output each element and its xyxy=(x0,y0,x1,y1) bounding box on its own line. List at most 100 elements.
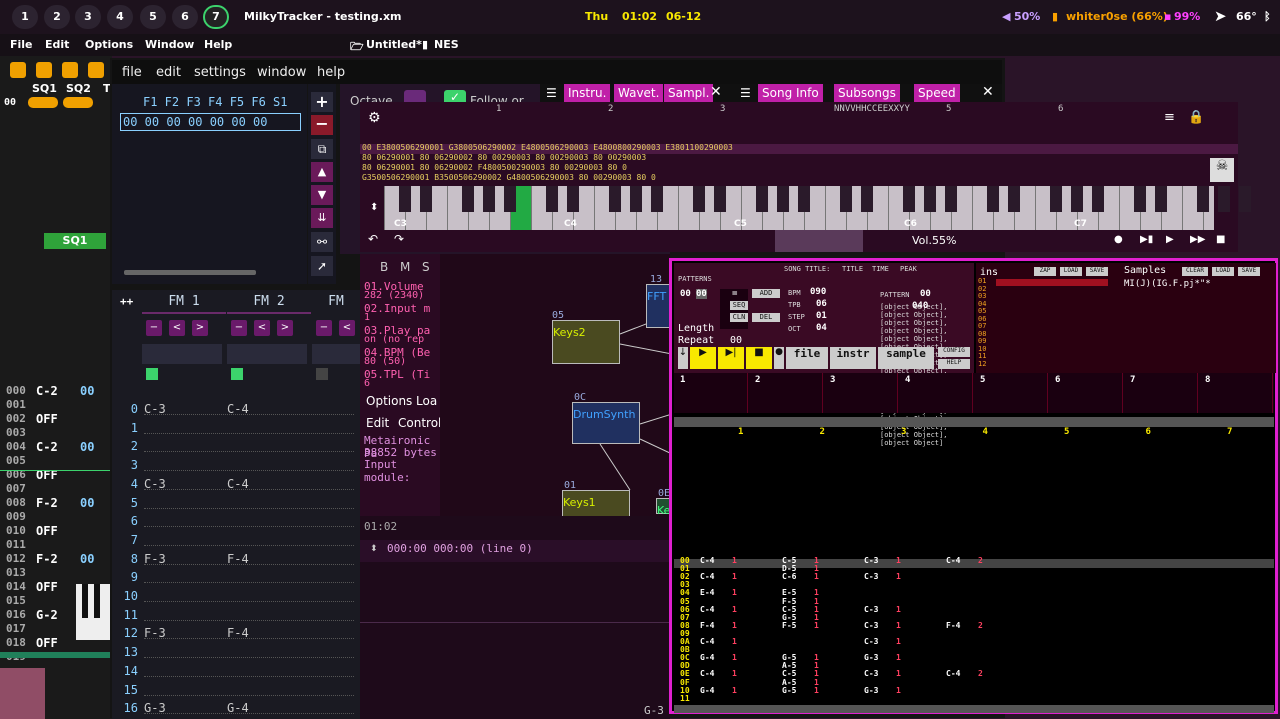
channel-header[interactable]: 8 xyxy=(1199,373,1273,413)
workspace-4[interactable]: 4 xyxy=(107,5,133,29)
menu-file[interactable]: File xyxy=(10,38,33,51)
black-key[interactable] xyxy=(1197,186,1209,212)
workspace-7[interactable]: 7 xyxy=(203,5,229,29)
menu-window-2[interactable]: window xyxy=(257,65,306,80)
black-key[interactable] xyxy=(945,186,957,212)
config-button[interactable]: CONFIG xyxy=(938,347,970,357)
fm-enable-toggle[interactable] xyxy=(146,368,158,380)
black-key[interactable] xyxy=(420,186,432,212)
black-key[interactable] xyxy=(1155,186,1167,212)
channel-header[interactable]: 1 xyxy=(674,373,748,413)
tracker-row[interactable]: 007 xyxy=(0,482,108,496)
pattern-settings-icon[interactable]: ⚙ xyxy=(368,110,381,126)
fm-control-button[interactable]: < xyxy=(339,320,355,336)
fm-row[interactable]: 11 xyxy=(112,608,360,626)
instr-button[interactable]: instr xyxy=(830,347,876,369)
fft-node[interactable]: FFT xyxy=(646,284,670,328)
black-key[interactable] xyxy=(840,186,852,212)
play-icon[interactable]: ▶ xyxy=(1166,234,1174,245)
pt-row[interactable]: 02 C-4 1 C-6 1 C-3 1 xyxy=(680,573,1280,581)
pt-row[interactable]: 0C G-4 1 G-5 1 G-3 1 xyxy=(680,654,1280,662)
channel-header[interactable]: 3 xyxy=(824,373,898,413)
black-key[interactable] xyxy=(651,186,663,212)
toolbar-icon-2[interactable] xyxy=(36,62,52,78)
fm-control-button[interactable]: − xyxy=(231,320,247,336)
pt-row[interactable]: 00 C-4 1 C-5 1 C-3 1 C-4 2 xyxy=(680,557,1280,565)
fm-row[interactable]: 15 xyxy=(112,683,360,701)
oct-value[interactable]: 04 xyxy=(816,323,827,333)
down-arrow-button[interactable]: ↓ xyxy=(678,347,688,369)
black-key[interactable] xyxy=(1092,186,1104,212)
song-title-value[interactable]: TITLE xyxy=(842,265,863,273)
tpb-value[interactable]: 06 xyxy=(816,299,827,309)
del-pattern-button[interactable]: DEL xyxy=(752,313,780,322)
black-key[interactable] xyxy=(798,186,810,212)
piano-keys[interactable] xyxy=(76,584,110,640)
tracker-row[interactable]: 004 C-2 00 xyxy=(0,440,108,454)
fm-row[interactable]: 2 xyxy=(112,439,360,457)
channel-header[interactable]: 4 xyxy=(899,373,973,413)
options-button[interactable]: Options xyxy=(366,394,412,408)
fm-control-button[interactable]: − xyxy=(316,320,332,336)
system-name[interactable]: NES xyxy=(434,38,459,51)
module-graph[interactable]: 05 Keys2 13 FFT 0C DrumSynth 01 Keys1 0E… xyxy=(440,254,670,518)
close-tab-icon[interactable]: ✕ xyxy=(710,84,722,100)
scroll-bar[interactable] xyxy=(0,652,112,658)
channel-header[interactable]: 5 xyxy=(974,373,1048,413)
samples-save-button[interactable]: SAVE xyxy=(1238,267,1260,276)
bpm-value[interactable]: 090 xyxy=(810,287,826,297)
zap-button[interactable]: ZAP xyxy=(1034,267,1056,276)
add-pattern-button[interactable]: ADD xyxy=(752,289,780,298)
lock-icon[interactable]: 🔒 xyxy=(1188,110,1204,125)
tab-song-info[interactable]: Song Info xyxy=(758,84,823,104)
m-button[interactable]: M xyxy=(400,260,410,274)
channel-sq1[interactable]: SQ1 xyxy=(32,82,57,95)
fm-control-button[interactable]: < xyxy=(169,320,185,336)
black-key[interactable] xyxy=(567,186,579,212)
pattern-number[interactable]: 00 xyxy=(920,289,931,299)
timeline-arrows-icon[interactable]: ⬍ xyxy=(370,544,378,554)
move-down-button[interactable]: ▼ xyxy=(311,185,333,205)
help-button[interactable]: HELP xyxy=(938,359,970,369)
channel-header[interactable]: 2 xyxy=(749,373,823,413)
scroll-arrows-icon[interactable]: ⬍ xyxy=(370,202,378,213)
fm2-header[interactable]: FM 2 xyxy=(227,290,311,314)
load-button[interactable]: Loa xyxy=(416,394,437,408)
menu-help[interactable]: Help xyxy=(204,38,232,51)
selected-instrument[interactable] xyxy=(996,279,1108,286)
list-icon[interactable]: ≡ xyxy=(1164,110,1175,125)
add-button[interactable]: + xyxy=(311,92,333,112)
keys1-node[interactable]: Keys1 xyxy=(562,490,630,518)
black-key[interactable] xyxy=(609,186,621,212)
tab-instru[interactable]: Instru. xyxy=(564,84,611,104)
menu-options[interactable]: Options xyxy=(85,38,133,51)
clear-button[interactable]: CLEAR xyxy=(1182,267,1208,276)
pt-row[interactable]: 04 E-4 1 E-5 1 xyxy=(680,589,1280,597)
ke-node[interactable]: Ke xyxy=(656,498,670,517)
toolbar-icon-1[interactable] xyxy=(10,62,26,78)
pt-row[interactable]: 09 xyxy=(680,629,1280,638)
toolbar-icon-3[interactable] xyxy=(62,62,78,78)
play-song-button[interactable]: ▶ xyxy=(690,347,716,369)
fm-row[interactable]: 5 xyxy=(112,496,360,514)
pt-row[interactable]: 10 G-4 1 G-5 1 G-3 1 xyxy=(680,686,1280,695)
black-key[interactable] xyxy=(1050,186,1062,212)
black-key[interactable] xyxy=(756,186,768,212)
fm-row[interactable]: 6 xyxy=(112,514,360,532)
tracker-row[interactable]: 005 xyxy=(0,454,108,468)
workspace-6[interactable]: 6 xyxy=(172,5,198,29)
black-key[interactable] xyxy=(462,186,474,212)
black-key[interactable] xyxy=(1134,186,1146,212)
fm-row[interactable]: 14 xyxy=(112,664,360,682)
fkey-values[interactable]: 00 00 00 00 00 00 00 xyxy=(120,113,301,131)
pt-row[interactable]: 03 xyxy=(680,581,1280,589)
black-key[interactable] xyxy=(903,186,915,212)
tracker-row[interactable]: 009 xyxy=(0,510,108,524)
pt-row[interactable]: 0B xyxy=(680,646,1280,654)
fm-row[interactable]: 13 xyxy=(112,645,360,663)
vol-slider-fill[interactable] xyxy=(775,230,863,252)
fm-enable-toggle[interactable] xyxy=(316,368,328,380)
fm-control-button[interactable]: − xyxy=(146,320,162,336)
keys2-node[interactable]: Keys2 xyxy=(552,320,620,364)
cursor-button[interactable]: ➚ xyxy=(311,256,333,276)
